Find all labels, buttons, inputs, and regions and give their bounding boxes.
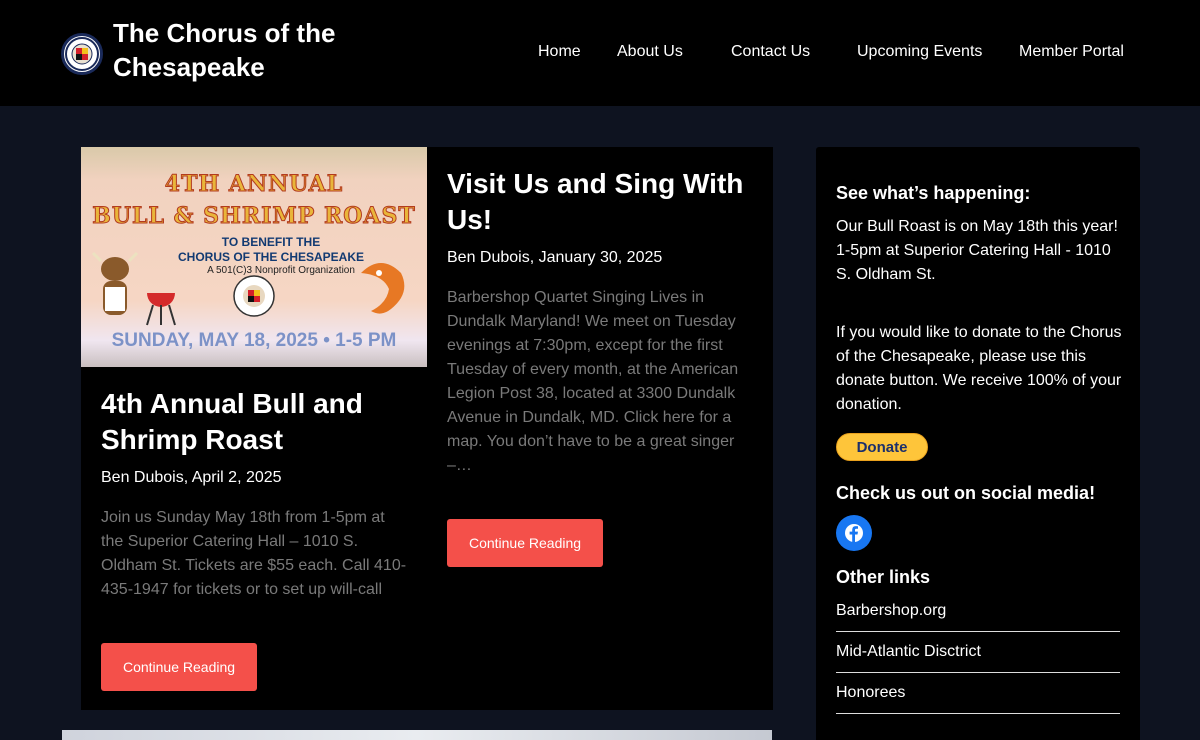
image-text: SUNDAY, MAY 18, 2025 • 1-5 PM xyxy=(111,330,397,351)
continue-reading-button[interactable]: Continue Reading xyxy=(447,519,603,567)
continue-reading-button[interactable]: Continue Reading xyxy=(101,643,257,691)
site-header: The Chorus of the Chesapeake Home About … xyxy=(0,0,1200,106)
main-nav: Home About Us Contact Us Upcoming Events… xyxy=(0,43,1200,63)
facebook-icon[interactable] xyxy=(836,515,872,551)
post-meta: Ben Dubois, April 2, 2025 xyxy=(101,469,282,486)
happening-text: Our Bull Roast is on May 18th this year!… xyxy=(836,218,1118,283)
shrimp-illustration xyxy=(361,263,405,314)
nav-upcoming-events[interactable]: Upcoming Events xyxy=(857,43,982,61)
image-text: BULL & SHRIMP ROAST xyxy=(92,203,416,230)
nav-about-us[interactable]: About Us xyxy=(617,43,683,61)
sidebar: See what’s happening: Our Bull Roast is … xyxy=(816,147,1140,740)
post-excerpt: Barbershop Quartet Singing Lives in Dund… xyxy=(447,289,739,472)
link-mid-atlantic-district[interactable]: Mid-Atlantic Disctrict xyxy=(836,632,1120,673)
post-excerpt: Join us Sunday May 18th from 1-5pm at th… xyxy=(101,509,407,598)
nav-member-portal[interactable]: Member Portal xyxy=(1019,43,1124,61)
image-text: TO BENEFIT THE xyxy=(221,235,321,249)
next-post-image[interactable] xyxy=(62,730,772,740)
link-barbershop-org[interactable]: Barbershop.org xyxy=(836,591,1120,632)
link-honorees[interactable]: Honorees xyxy=(836,673,1120,714)
post-meta: Ben Dubois, January 30, 2025 xyxy=(447,249,663,266)
post-featured-image[interactable]: 4TH ANNUAL BULL & SHRIMP ROAST TO BENEFI… xyxy=(81,147,427,367)
post-title[interactable]: Visit Us and Sing With Us! xyxy=(447,166,757,238)
bull-illustration xyxy=(91,251,139,315)
chorus-seal-illustration xyxy=(233,275,275,317)
nav-home[interactable]: Home xyxy=(538,43,581,61)
post-title[interactable]: 4th Annual Bull and Shrimp Roast xyxy=(101,386,401,458)
donate-button[interactable]: Donate xyxy=(836,433,928,461)
donate-text: If you would like to donate to the Choru… xyxy=(836,324,1122,413)
social-heading: Check us out on social media! xyxy=(836,483,1096,503)
happening-heading: See what’s happening: xyxy=(836,183,1031,203)
nav-contact-us[interactable]: Contact Us xyxy=(731,43,810,61)
grill-illustration xyxy=(146,293,176,326)
links-heading: Other links xyxy=(836,567,931,587)
image-text: 4TH ANNUAL xyxy=(164,171,344,198)
